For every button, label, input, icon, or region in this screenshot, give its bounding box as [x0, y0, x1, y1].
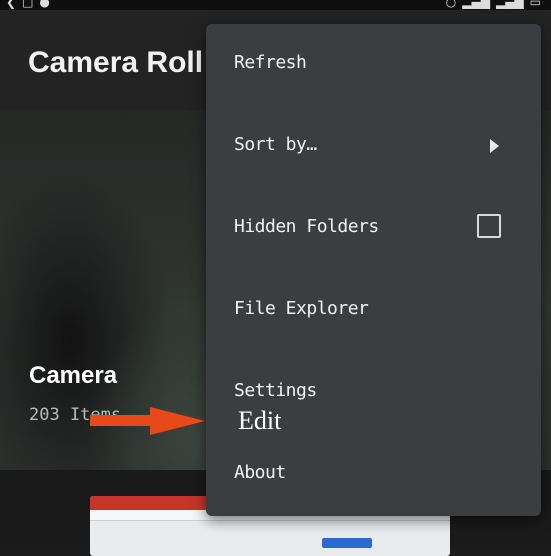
status-system-icons: ○ ▂▄▆ ▂▄▆ ▭: [446, 0, 541, 9]
page-title: Camera Roll: [28, 46, 204, 79]
menu-item-sort-by[interactable]: Sort by…: [206, 116, 541, 176]
signal-icon: ▂▄▆: [462, 0, 490, 9]
thumbnail-button: [322, 538, 372, 548]
menu-item-label: Settings: [234, 380, 317, 401]
status-notification-icons: ❮ □ ●: [6, 0, 50, 9]
notification-dot-icon: ●: [39, 0, 50, 9]
overflow-menu: Refresh Sort by… Hidden Folders File Exp…: [206, 24, 541, 516]
alarm-icon: ○: [445, 0, 457, 9]
annotation-label: Edit: [238, 406, 282, 435]
menu-item-label: Sort by…: [234, 134, 317, 155]
menu-item-file-explorer[interactable]: File Explorer: [206, 280, 541, 340]
annotation-arrow-icon: [150, 407, 205, 435]
annotation-arrow-shaft: [90, 415, 152, 426]
menu-item-label: About: [234, 462, 286, 483]
hidden-folders-checkbox[interactable]: [477, 214, 501, 238]
menu-item-label: File Explorer: [234, 298, 369, 319]
menu-item-label: Hidden Folders: [234, 216, 379, 237]
menu-item-about[interactable]: About: [206, 444, 541, 504]
status-bar: ❮ □ ● ○ ▂▄▆ ▂▄▆ ▭: [0, 0, 551, 10]
folder-name: Camera: [29, 362, 118, 389]
menu-item-refresh[interactable]: Refresh: [206, 34, 541, 94]
menu-item-label: Refresh: [234, 52, 307, 73]
battery-icon: ▭: [529, 0, 541, 9]
signal-2-icon: ▂▄▆: [495, 0, 524, 9]
back-icon: ❮: [6, 0, 17, 9]
chevron-right-icon: [490, 139, 499, 153]
chat-icon: □: [22, 0, 34, 9]
menu-item-hidden-folders[interactable]: Hidden Folders: [206, 198, 541, 258]
